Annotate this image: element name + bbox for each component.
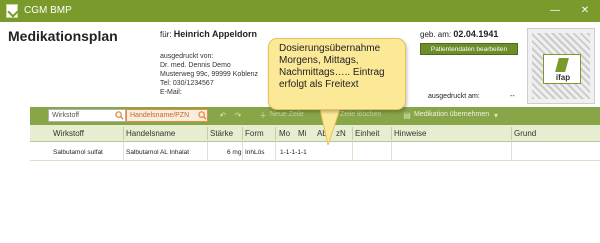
cell-divider <box>123 142 124 160</box>
callout-text: Dosierungsübernahme Morgens, Mittags, Na… <box>279 43 385 90</box>
column-divider[interactable] <box>275 127 276 140</box>
app-icon <box>6 4 18 18</box>
page-title: Medikationsplan <box>8 28 118 44</box>
column-wirkstoff[interactable]: Wirkstoff <box>53 129 84 138</box>
column-divider[interactable] <box>511 127 512 140</box>
callout-pointer <box>319 109 341 145</box>
datamatrix-logo: ifap <box>527 28 595 104</box>
window-title: CGM BMP <box>24 5 72 16</box>
column-divider[interactable] <box>391 127 392 140</box>
minimize-button[interactable]: — <box>548 4 562 18</box>
printed-by-label: ausgedruckt von: <box>160 53 214 60</box>
cell-wirkstoff[interactable]: Salbutamol sulfat <box>53 149 103 156</box>
ifap-logo-text: ifap <box>555 73 571 82</box>
import-medication-icon[interactable]: ▤ <box>402 111 412 121</box>
ifap-mark-icon <box>555 58 569 72</box>
redo-icon[interactable]: ↷ <box>233 111 243 121</box>
patient-name: Heinrich Appeldorn <box>173 29 257 39</box>
cell-dosierung[interactable]: 1-1-1-1-1 <box>280 149 307 156</box>
doctor-name: Dr. med. Dennis Demo <box>160 62 231 69</box>
add-row-icon[interactable]: ＋ <box>258 111 268 121</box>
doctor-address: Musterweg 99c, 99999 Koblenz <box>160 71 259 78</box>
row-separator <box>30 160 600 161</box>
patient-prefix: für: <box>160 30 172 39</box>
column-form[interactable]: Form <box>245 129 264 138</box>
search-handelsname-input[interactable]: Handelsname/PZN <box>126 109 208 122</box>
doctor-phone: Tel: 030/1234567 <box>160 80 214 87</box>
column-einheit[interactable]: Einheit <box>355 129 379 138</box>
cell-divider <box>275 142 276 160</box>
birth-date: geb. am: 02.04.1941 <box>420 29 498 39</box>
cell-handelsname[interactable]: Salbutamol AL Inhalat <box>126 149 189 156</box>
cell-divider <box>391 142 392 160</box>
column-divider[interactable] <box>123 127 124 140</box>
column-divider[interactable] <box>207 127 208 140</box>
dob-value: 02.04.1941 <box>453 29 499 39</box>
search-icon[interactable] <box>115 111 124 120</box>
cell-form[interactable]: InhLös <box>245 149 265 156</box>
new-row-button[interactable]: Neue Zeile <box>270 111 304 118</box>
title-bar: CGM BMP — ✕ <box>0 0 600 22</box>
undo-icon[interactable]: ↶ <box>218 111 228 121</box>
search-icon[interactable] <box>198 111 207 120</box>
patient-line: für: Heinrich Appeldorn <box>160 29 257 39</box>
edit-patient-button[interactable]: Patientendaten bearbeiten <box>420 43 518 55</box>
annotation-callout: Dosierungsübernahme Morgens, Mittags, Na… <box>268 38 406 110</box>
cell-staerke[interactable]: 6 mg <box>227 149 241 156</box>
column-mo[interactable]: Mo <box>279 129 290 138</box>
cell-divider <box>511 142 512 160</box>
column-mi[interactable]: Mi <box>298 129 306 138</box>
close-button[interactable]: ✕ <box>578 4 592 18</box>
cell-divider <box>242 142 243 160</box>
column-grund[interactable]: Grund <box>514 129 536 138</box>
printed-at-label: ausgedruckt am: <box>428 93 480 100</box>
take-over-medication-button[interactable]: Medikation übernehmen <box>414 111 489 118</box>
column-staerke[interactable]: Stärke <box>210 129 233 138</box>
ifap-logo: ifap <box>543 54 581 84</box>
printed-by-block: ausgedruckt von: Dr. med. Dennis Demo Mu… <box>160 52 258 97</box>
chevron-down-icon[interactable]: ▾ <box>491 111 501 121</box>
printed-at-value: -- <box>510 93 515 100</box>
column-divider[interactable] <box>242 127 243 140</box>
dob-label: geb. am: <box>420 30 452 39</box>
column-handelsname[interactable]: Handelsname <box>126 129 175 138</box>
cell-divider <box>207 142 208 160</box>
column-hinweise[interactable]: Hinweise <box>394 129 426 138</box>
doctor-email: E-Mail: <box>160 89 182 96</box>
